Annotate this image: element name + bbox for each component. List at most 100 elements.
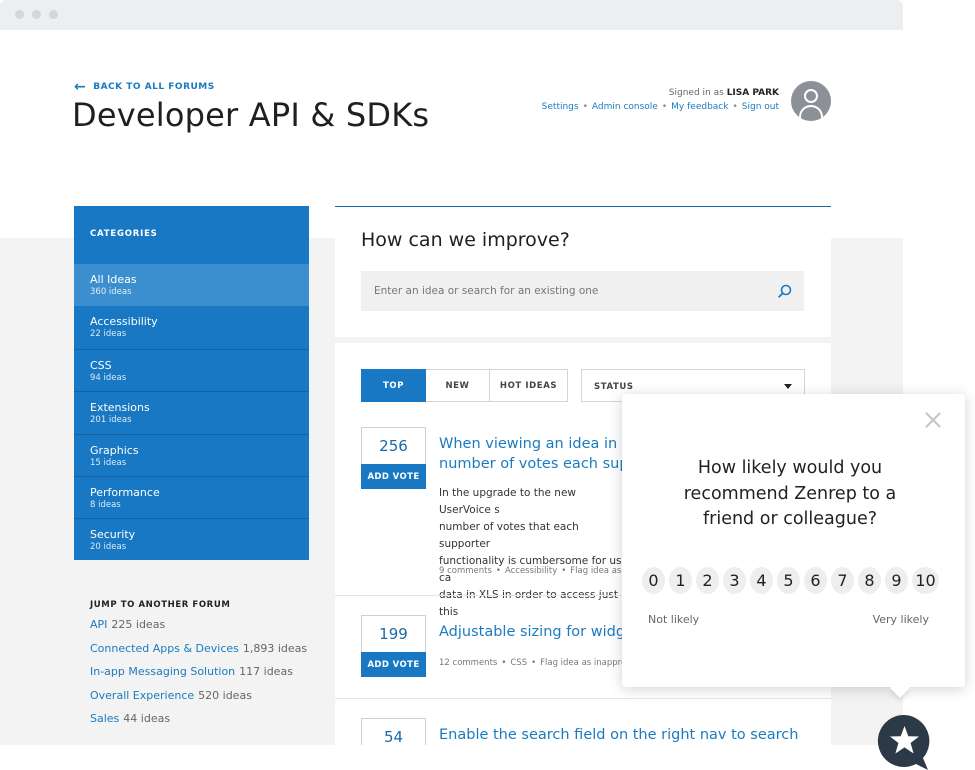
category-name: All Ideas (90, 273, 137, 286)
category-count: 15 ideas (90, 457, 127, 468)
vote-box: 199 ADD VOTE (361, 615, 426, 677)
nps-scale: 0 1 2 3 4 5 6 7 8 9 10 (642, 567, 939, 594)
vote-count: 256 (361, 427, 426, 464)
nps-score-2[interactable]: 2 (696, 567, 719, 594)
nps-score-10[interactable]: 10 (912, 567, 939, 594)
nps-survey-popup: How likely would you recommend Zenrep to… (622, 394, 965, 698)
category-all-ideas[interactable]: All Ideas 360 ideas (74, 264, 309, 307)
category-css[interactable]: CSS 94 ideas (74, 348, 309, 391)
idea-search-box (361, 271, 804, 311)
sign-out-link[interactable]: Sign out (742, 102, 779, 112)
comments-link[interactable]: 12 comments (439, 658, 497, 668)
close-icon[interactable] (925, 412, 941, 428)
forum-count: 225 ideas (111, 618, 166, 631)
category-count: 360 ideas (90, 287, 132, 297)
nps-score-8[interactable]: 8 (858, 567, 881, 594)
category-name: Performance (90, 485, 160, 499)
forum-count: 44 ideas (123, 712, 171, 725)
star-icon[interactable] (876, 713, 933, 770)
add-vote-button[interactable]: ADD VOTE (361, 464, 426, 489)
idea-title-line: number of votes each supp (439, 456, 638, 472)
category-name: Accessibility (90, 315, 158, 329)
window-maximize-dot[interactable] (49, 10, 58, 19)
idea-divider (335, 698, 831, 699)
meta-separator: • (501, 658, 507, 668)
tab-new[interactable]: NEW (426, 369, 490, 402)
back-to-forums-link[interactable]: ← BACK TO ALL FORUMS (74, 78, 215, 95)
add-vote-button[interactable]: ADD VOTE (361, 652, 426, 677)
nps-score-5[interactable]: 5 (777, 567, 800, 594)
idea-title-link[interactable]: When viewing an idea in Ad number of vot… (439, 434, 641, 474)
idea-title-link[interactable]: Adjustable sizing for widge (439, 622, 634, 642)
nps-score-1[interactable]: 1 (669, 567, 692, 594)
vote-box: 256 ADD VOTE (361, 427, 426, 489)
nps-score-7[interactable]: 7 (831, 567, 854, 594)
category-extensions[interactable]: Extensions 201 ideas (74, 391, 309, 433)
forum-link-in-app-messaging[interactable]: In-app Messaging Solution (90, 665, 235, 678)
category-name: CSS (90, 358, 112, 372)
meta-separator: • (531, 658, 537, 668)
arrow-left-icon: ← (74, 78, 87, 95)
idea-body-line: data in XLS in order to access just this (439, 589, 618, 618)
meta-separator: • (495, 566, 501, 576)
category-count: 94 ideas (90, 372, 127, 383)
vote-count: 54 (361, 718, 426, 745)
category-performance[interactable]: Performance 8 ideas (74, 475, 309, 518)
idea-title-line: When viewing an idea in Ad (439, 436, 641, 452)
idea-meta: 12 comments • CSS • Flag idea as inappropri (439, 658, 637, 668)
user-icon-body (799, 105, 823, 121)
forum-link-overall-experience[interactable]: Overall Experience (90, 689, 194, 702)
nps-score-4[interactable]: 4 (750, 567, 773, 594)
tab-hot-ideas[interactable]: HOT IDEAS (490, 369, 568, 402)
forum-row: API 225 ideas (90, 618, 307, 642)
my-feedback-link[interactable]: My feedback (671, 102, 728, 112)
back-link-label: BACK TO ALL FORUMS (93, 82, 215, 92)
category-count: 20 ideas (90, 542, 127, 553)
category-security[interactable]: Security 20 ideas (74, 518, 309, 560)
category-count: 22 ideas (90, 329, 127, 340)
page-title: Developer API & SDKs (72, 96, 430, 134)
idea-description: In the upgrade to the new UserVoice s nu… (439, 485, 629, 621)
jump-to-forum: JUMP TO ANOTHER FORUM API 225 ideas Conne… (90, 600, 307, 736)
forum-link-sales[interactable]: Sales (90, 712, 119, 725)
window-minimize-dot[interactable] (32, 10, 41, 19)
forum-row: In-app Messaging Solution 117 ideas (90, 665, 307, 689)
category-link[interactable]: Accessibility (505, 566, 557, 576)
category-graphics[interactable]: Graphics 15 ideas (74, 433, 309, 476)
nps-score-0[interactable]: 0 (642, 567, 665, 594)
nps-score-9[interactable]: 9 (885, 567, 908, 594)
idea-title-link[interactable]: Enable the search field on the right nav… (439, 725, 798, 745)
admin-console-link[interactable]: Admin console (592, 102, 658, 112)
user-name: LISA PARK (726, 88, 779, 98)
user-icon (804, 89, 818, 103)
category-name: Extensions (90, 401, 150, 415)
chevron-down-icon (784, 384, 792, 389)
improve-title: How can we improve? (361, 229, 570, 251)
nps-score-3[interactable]: 3 (723, 567, 746, 594)
category-accessibility[interactable]: Accessibility 22 ideas (74, 306, 309, 348)
settings-link[interactable]: Settings (542, 102, 579, 112)
forum-link-connected-apps[interactable]: Connected Apps & Devices (90, 642, 239, 655)
screenshot-stage: ← BACK TO ALL FORUMS Developer API & SDK… (0, 0, 975, 770)
forum-row: Sales 44 ideas (90, 712, 307, 736)
forum-row: Connected Apps & Devices 1,893 ideas (90, 642, 307, 666)
window-close-dot[interactable] (15, 10, 24, 19)
comments-link[interactable]: 9 comments (439, 566, 492, 576)
forum-row: Overall Experience 520 ideas (90, 689, 307, 713)
link-separator: • (732, 102, 738, 112)
category-link[interactable]: CSS (510, 658, 527, 668)
category-count: 8 ideas (90, 499, 121, 510)
idea-body-line: In the upgrade to the new UserVoice s (439, 487, 577, 516)
tab-top[interactable]: TOP (361, 369, 426, 402)
categories-title: CATEGORIES (90, 229, 158, 239)
jump-title: JUMP TO ANOTHER FORUM (90, 600, 231, 610)
forum-count: 1,893 ideas (242, 641, 308, 655)
avatar[interactable] (791, 81, 831, 121)
idea-search-input[interactable] (361, 271, 761, 311)
account-links: Settings • Admin console • My feedback • Sign … (542, 102, 779, 112)
idea-meta: 9 comments • Accessibility • Flag idea as in… (439, 566, 642, 576)
forum-link-api[interactable]: API (90, 618, 107, 631)
nps-score-6[interactable]: 6 (804, 567, 827, 594)
improve-panel: How can we improve? (335, 206, 831, 337)
search-icon[interactable] (778, 284, 792, 298)
